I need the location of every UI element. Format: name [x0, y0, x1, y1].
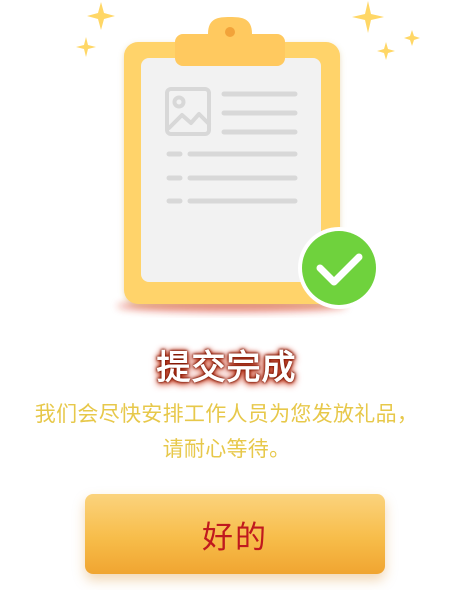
dialog-message: 我们会尽快安排工作人员为您发放礼品， 请耐心等待。 [0, 397, 453, 467]
ok-button[interactable]: 好的 [85, 494, 385, 574]
clipboard-clip [175, 17, 285, 66]
checkmark-icon [298, 227, 380, 309]
submission-complete-dialog: 提交完成 我们会尽快安排工作人员为您发放礼品， 请耐心等待。 好的 [0, 0, 453, 590]
message-line-2: 请耐心等待。 [162, 437, 291, 461]
dialog-title: 提交完成 [156, 348, 297, 388]
clipboard-illustration [76, 1, 420, 312]
message-line-1: 我们会尽快安排工作人员为您发放礼品， [34, 402, 419, 426]
